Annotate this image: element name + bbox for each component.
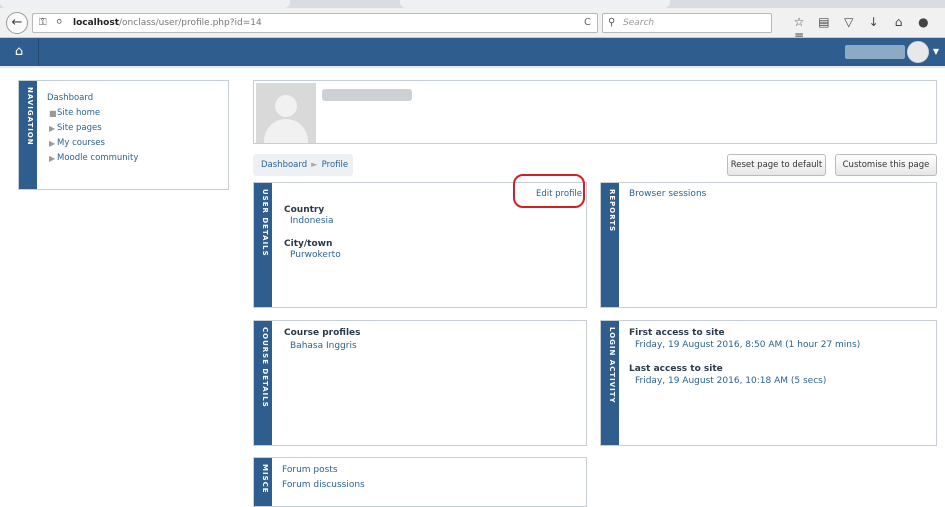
- course-details-block: COURSE DETAILS Course profiles Bahasa In…: [253, 320, 587, 446]
- user-fullname-blurred: [322, 89, 412, 101]
- toolbar-icons: ☆ ▤ ▽ ↓ ⌂ ● ≡: [788, 15, 945, 43]
- last-access-value: Friday, 19 August 2016, 10:18 AM (5 secs…: [635, 376, 827, 386]
- browser-sessions-link[interactable]: Browser sessions: [629, 189, 706, 199]
- block-tab: USER DETAILS: [254, 183, 272, 307]
- avatar[interactable]: [907, 41, 929, 63]
- nav-item-my-courses[interactable]: ▶ My courses: [47, 136, 138, 151]
- course-profiles-list: Course profiles Bahasa Inggris: [284, 327, 361, 353]
- block-tab: COURSE DETAILS: [254, 321, 272, 445]
- breadcrumb: Dashboard ► Profile: [253, 154, 353, 176]
- city-value: Purwokerto: [290, 250, 341, 260]
- block-tab: LOGIN ACTIVITY: [601, 321, 619, 445]
- home-icon[interactable]: ⌂: [888, 15, 910, 29]
- url-text: localhost/onclass/user/profile.php?id=14: [73, 18, 262, 28]
- block-tab: REPORTS: [601, 183, 619, 307]
- misc-list: Forum posts Forum discussions: [282, 463, 365, 493]
- key-icon[interactable]: ⚿: [39, 17, 47, 28]
- nav-label[interactable]: Site pages: [57, 123, 102, 133]
- avatar-body: [264, 119, 308, 143]
- customise-page-button[interactable]: Customise this page: [835, 154, 937, 176]
- country-value: Indonesia: [290, 216, 334, 226]
- clipboard-icon[interactable]: ▤: [813, 15, 835, 29]
- browser-tab[interactable]: [400, 0, 670, 8]
- login-activity-block: LOGIN ACTIVITY First access to site Frid…: [600, 320, 937, 446]
- download-icon[interactable]: ↓: [863, 15, 885, 29]
- triangle-right-icon[interactable]: ▶: [49, 136, 55, 151]
- course-link[interactable]: Bahasa Inggris: [284, 340, 361, 353]
- back-icon[interactable]: ←: [6, 12, 28, 34]
- last-access-label: Last access to site: [629, 364, 723, 374]
- pocket-icon[interactable]: ▽: [838, 15, 860, 29]
- site-navbar: ⌂ ▼: [0, 38, 945, 66]
- user-picture: [256, 83, 316, 143]
- browser-toolbar: ← ⚿ ⚪ localhost/onclass/user/profile.php…: [0, 8, 945, 43]
- home-icon[interactable]: ⌂: [0, 38, 38, 66]
- triangle-right-icon[interactable]: ▶: [49, 151, 55, 166]
- chat-icon[interactable]: ●: [912, 15, 934, 29]
- course-profiles-label: Course profiles: [284, 328, 361, 338]
- block-title: COURSE DETAILS: [261, 327, 269, 408]
- block-tab: NAVIGATION: [19, 81, 37, 189]
- block-title: NAVIGATION: [26, 87, 34, 146]
- first-access-value: Friday, 19 August 2016, 8:50 AM (1 hour …: [635, 340, 861, 350]
- search-icon: ⚲: [608, 17, 616, 28]
- url-bar[interactable]: ⚿ ⚪ localhost/onclass/user/profile.php?i…: [32, 13, 598, 33]
- reload-icon[interactable]: C: [584, 17, 591, 28]
- user-name-blurred[interactable]: [845, 45, 905, 59]
- reports-block: REPORTS Browser sessions: [600, 182, 937, 308]
- first-access-label: First access to site: [629, 328, 725, 338]
- search-placeholder: Search: [623, 18, 655, 28]
- navbar-shadow: [0, 66, 945, 68]
- avatar-head: [275, 95, 297, 117]
- triangle-right-icon[interactable]: ▶: [49, 121, 55, 136]
- nav-item-moodle-community[interactable]: ▶ Moodle community: [47, 151, 138, 166]
- block-title: MISCE: [261, 464, 269, 494]
- chevron-down-icon[interactable]: ▼: [933, 47, 939, 56]
- navigation-block: NAVIGATION Dashboard ■ Site home ▶ Site pa…: [18, 80, 229, 190]
- browser-tabstrip: [0, 0, 945, 8]
- bullet-icon: ■: [49, 109, 57, 118]
- block-title: USER DETAILS: [261, 189, 269, 257]
- nav-label[interactable]: My courses: [57, 138, 105, 148]
- forum-posts-link[interactable]: Forum posts: [282, 463, 365, 478]
- navbar-divider: [38, 38, 39, 66]
- highlight-annotation: [513, 174, 585, 208]
- navigation-tree: Dashboard ■ Site home ▶ Site pages ▶ My cou…: [47, 91, 138, 166]
- reset-page-button[interactable]: Reset page to default: [727, 154, 826, 176]
- miscellaneous-block: MISCE Forum posts Forum discussions: [253, 457, 587, 507]
- star-icon[interactable]: ☆: [788, 15, 810, 29]
- globe-icon[interactable]: ⚪: [55, 17, 63, 28]
- breadcrumb-separator: ►: [311, 160, 318, 170]
- nav-label[interactable]: Moodle community: [57, 153, 138, 163]
- forum-discussions-link[interactable]: Forum discussions: [282, 478, 365, 493]
- nav-dashboard[interactable]: Dashboard: [47, 91, 138, 106]
- profile-header: [253, 80, 937, 144]
- browser-tab[interactable]: [0, 0, 290, 8]
- search-input[interactable]: ⚲ Search: [602, 13, 772, 33]
- country-label: Country: [284, 205, 325, 215]
- breadcrumb-profile[interactable]: Profile: [322, 160, 348, 170]
- nav-item-site-pages[interactable]: ▶ Site pages: [47, 121, 138, 136]
- nav-label[interactable]: Site home: [57, 108, 100, 118]
- login-activity-list: First access to site Friday, 19 August 2…: [629, 327, 860, 387]
- block-title: REPORTS: [608, 189, 616, 233]
- user-details-list: Country Indonesia City/town Purwokerto: [284, 205, 341, 261]
- nav-item-site-home[interactable]: ■ Site home: [47, 106, 138, 121]
- city-label: City/town: [284, 239, 333, 249]
- breadcrumb-dashboard[interactable]: Dashboard: [261, 160, 307, 170]
- block-title: LOGIN ACTIVITY: [608, 327, 616, 404]
